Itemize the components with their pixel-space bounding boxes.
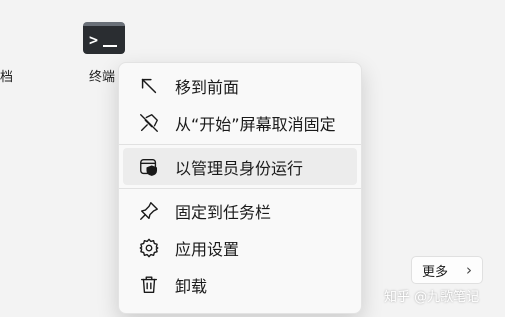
menu-item-label: 卸载 bbox=[175, 276, 208, 296]
menu-item-app-settings[interactable]: 应用设置 bbox=[123, 229, 357, 266]
menu-item-label: 从“开始”屏幕取消固定 bbox=[175, 114, 336, 134]
watermark: 知乎 @九歌笔记 bbox=[384, 290, 480, 305]
partial-app-label[interactable]: 档 bbox=[0, 66, 13, 85]
menu-item-label: 以管理员身份运行 bbox=[175, 158, 304, 178]
menu-item-label: 固定到任务栏 bbox=[175, 202, 272, 222]
desktop-area: 档 > 终端 移到前面 从“开始”屏幕取消固定 以管理员身份运行 固定到任务栏 … bbox=[0, 0, 505, 317]
menu-item-uninstall[interactable]: 卸载 bbox=[123, 266, 357, 303]
terminal-app-label[interactable]: 终端 bbox=[89, 66, 115, 85]
menu-item-label: 应用设置 bbox=[175, 239, 240, 259]
menu-item-unpin-from-start[interactable]: 从“开始”屏幕取消固定 bbox=[123, 104, 357, 141]
more-button[interactable]: 更多 › bbox=[411, 256, 483, 284]
menu-item-label: 移到前面 bbox=[175, 77, 240, 97]
menu-divider bbox=[119, 188, 361, 189]
pin-icon bbox=[137, 199, 161, 223]
trash-icon bbox=[137, 273, 161, 297]
menu-item-move-to-front[interactable]: 移到前面 bbox=[123, 67, 357, 104]
context-menu: 移到前面 从“开始”屏幕取消固定 以管理员身份运行 固定到任务栏 应用设置 卸载 bbox=[118, 62, 362, 314]
more-button-label: 更多 bbox=[422, 264, 449, 280]
menu-item-run-as-admin[interactable]: 以管理员身份运行 bbox=[123, 148, 357, 185]
gear-icon bbox=[137, 236, 161, 260]
chevron-right-icon: › bbox=[466, 260, 472, 279]
arrow-up-left-icon bbox=[137, 74, 161, 98]
shield-window-icon bbox=[137, 155, 161, 179]
menu-item-pin-to-taskbar[interactable]: 固定到任务栏 bbox=[123, 192, 357, 229]
menu-divider bbox=[119, 144, 361, 145]
terminal-icon[interactable]: > bbox=[83, 22, 125, 54]
unpin-icon bbox=[137, 111, 161, 135]
